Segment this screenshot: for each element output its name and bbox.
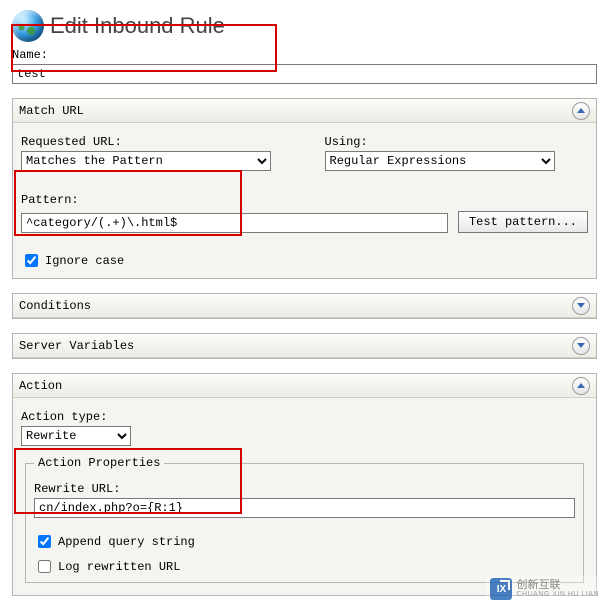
chevron-down-icon [577, 343, 585, 348]
action-type-select[interactable]: Rewrite [21, 426, 131, 446]
log-rewritten-url-checkbox[interactable] [38, 560, 51, 573]
action-panel: Action Action type: Rewrite Action Prope… [12, 373, 597, 596]
rewrite-url-label: Rewrite URL: [34, 482, 575, 496]
panel-title: Server Variables [19, 339, 134, 353]
append-query-string-checkbox[interactable] [38, 535, 51, 548]
page-title: Edit Inbound Rule [50, 13, 225, 39]
action-header[interactable]: Action [13, 374, 596, 398]
pattern-label: Pattern: [21, 193, 588, 207]
expand-button[interactable] [572, 337, 590, 355]
requested-url-label: Requested URL: [21, 135, 285, 149]
chevron-up-icon [577, 108, 585, 113]
ignore-case-checkbox[interactable] [25, 254, 38, 267]
name-label: Name: [12, 48, 597, 62]
test-pattern-button[interactable]: Test pattern... [458, 211, 588, 233]
panel-title: Conditions [19, 299, 91, 313]
globe-icon [12, 10, 44, 42]
title-row: Edit Inbound Rule [12, 10, 597, 42]
pattern-input[interactable] [21, 213, 448, 233]
name-input[interactable] [12, 64, 597, 84]
chevron-down-icon [577, 303, 585, 308]
conditions-header[interactable]: Conditions [13, 294, 596, 318]
rewrite-url-input[interactable] [34, 498, 575, 518]
action-properties-legend: Action Properties [34, 456, 164, 470]
collapse-button[interactable] [572, 377, 590, 395]
chevron-up-icon [577, 383, 585, 388]
match-url-panel: Match URL Requested URL: Matches the Pat… [12, 98, 597, 279]
append-query-string-label: Append query string [58, 535, 195, 549]
match-url-header[interactable]: Match URL [13, 99, 596, 123]
using-label: Using: [325, 135, 589, 149]
collapse-button[interactable] [572, 102, 590, 120]
panel-title: Match URL [19, 104, 84, 118]
expand-button[interactable] [572, 297, 590, 315]
log-rewritten-url-label: Log rewritten URL [58, 560, 180, 574]
server-variables-panel: Server Variables [12, 333, 597, 359]
server-variables-header[interactable]: Server Variables [13, 334, 596, 358]
action-type-label: Action type: [21, 410, 588, 424]
panel-title: Action [19, 379, 62, 393]
action-properties-fieldset: Action Properties Rewrite URL: Append qu… [25, 456, 584, 583]
using-select[interactable]: Regular Expressions [325, 151, 555, 171]
requested-url-select[interactable]: Matches the Pattern [21, 151, 271, 171]
conditions-panel: Conditions [12, 293, 597, 319]
ignore-case-label: Ignore case [45, 254, 124, 268]
